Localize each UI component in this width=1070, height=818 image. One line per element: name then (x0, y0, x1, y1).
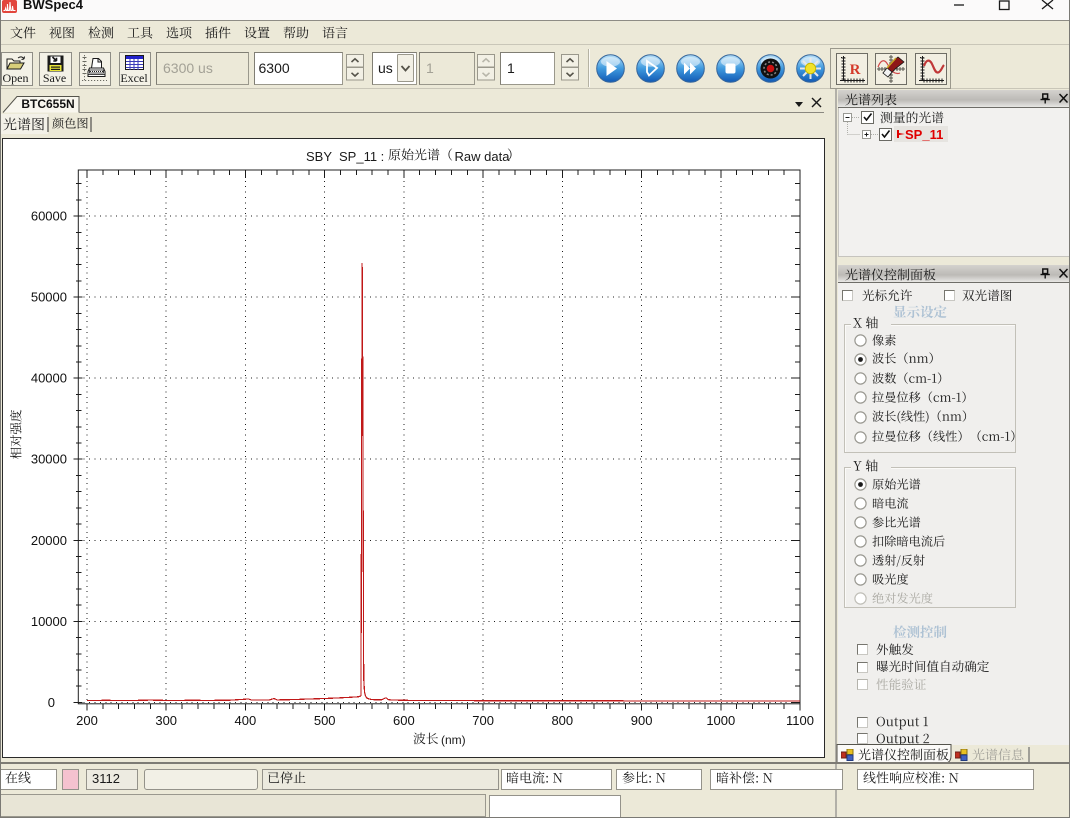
svg-text:200: 200 (76, 713, 98, 728)
svg-text:800: 800 (551, 713, 573, 728)
svg-text:400: 400 (235, 713, 257, 728)
svg-text:40000: 40000 (31, 371, 67, 386)
svg-text:R: R (850, 62, 861, 78)
svg-text:300: 300 (155, 713, 177, 728)
svg-text:500: 500 (314, 713, 336, 728)
svg-text:10000: 10000 (31, 614, 67, 629)
svg-text:1000: 1000 (706, 713, 735, 728)
svg-text:700: 700 (472, 713, 494, 728)
svg-text:600: 600 (393, 713, 415, 728)
svg-text:1100: 1100 (786, 713, 814, 728)
svg-text:900: 900 (631, 713, 653, 728)
svg-text:50000: 50000 (31, 290, 67, 305)
svg-text:60000: 60000 (31, 209, 67, 224)
svg-text:0: 0 (48, 695, 55, 710)
svg-text:30000: 30000 (31, 452, 67, 467)
svg-text:20000: 20000 (31, 533, 67, 548)
